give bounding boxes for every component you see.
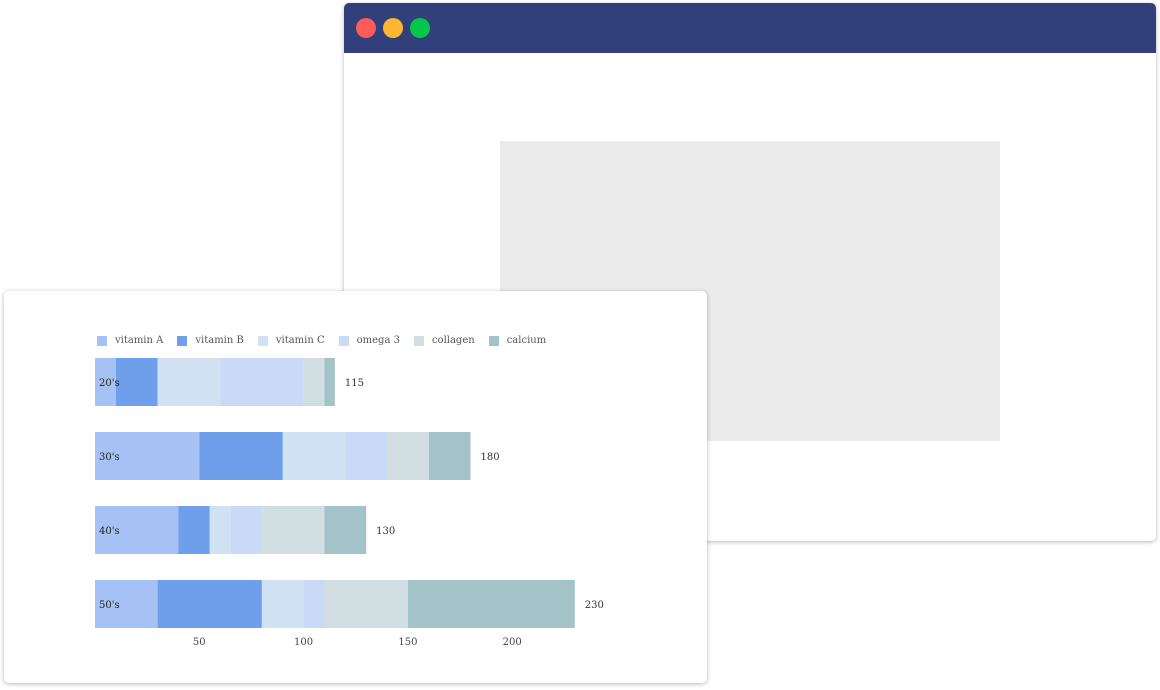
bar-segment-omega-3-1 [345,432,388,480]
bar-segment-omega-3-3 [303,580,325,628]
category-label: 20's [99,378,120,389]
close-window-button[interactable] [356,18,376,38]
bar-segment-omega-3-2 [230,506,262,554]
window-titlebar [344,3,1156,53]
bar-segment-omega-3-0 [220,358,304,406]
bar-segment-vitamin-C-0 [157,358,221,406]
bar-segment-collagen-3 [324,580,408,628]
minimize-window-button[interactable] [383,18,403,38]
bar-segment-collagen-1 [387,432,429,480]
bar-segment-vitamin-B-2 [178,506,210,554]
bar-segment-vitamin-B-1 [199,432,283,480]
total-label: 130 [376,526,395,537]
maximize-window-button[interactable] [410,18,430,38]
bar-segment-collagen-0 [303,358,325,406]
stacked-bar-chart: 20's 115 30's 180 40's 130 50's 230 50 100 150 200 [95,358,604,648]
category-label: 30's [99,452,120,463]
chart-card: vitamin A vitamin B vitamin C omega 3 co… [4,291,707,683]
bar-segment-vitamin-C-1 [282,432,346,480]
x-tick-label: 50 [193,637,206,648]
category-label: 40's [99,526,120,537]
bar-segment-vitamin-B-3 [157,580,262,628]
bar-segment-vitamin-B-0 [115,358,158,406]
total-label: 230 [585,600,604,611]
bar-segment-collagen-2 [261,506,325,554]
category-label: 50's [99,600,120,611]
bar-segment-calcium-2 [324,506,367,554]
bar-segment-vitamin-C-3 [261,580,304,628]
bar-segment-calcium-3 [407,580,575,628]
x-tick-label: 150 [398,637,417,648]
total-label: 180 [480,452,499,463]
bar-segment-vitamin-C-2 [209,506,231,554]
total-label: 115 [345,378,364,389]
x-tick-label: 200 [503,637,522,648]
x-tick-label: 100 [294,637,313,648]
bar-segment-calcium-0 [324,358,335,406]
bar-segment-calcium-1 [428,432,471,480]
